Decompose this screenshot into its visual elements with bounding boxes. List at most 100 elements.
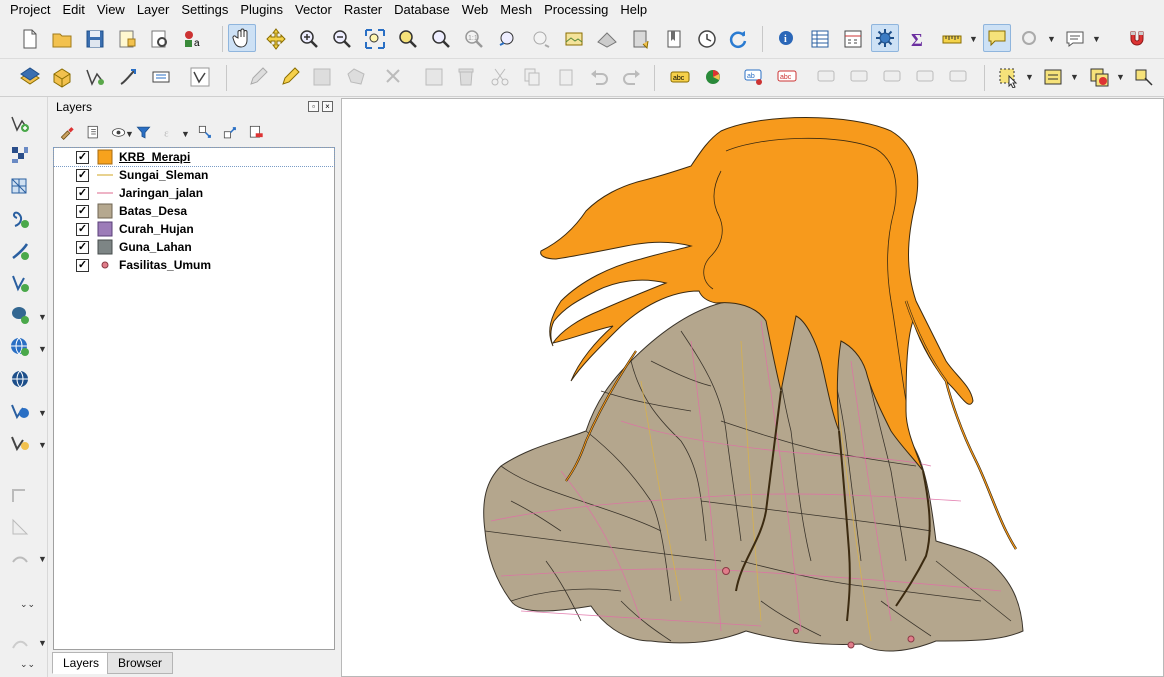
- layer-visibility-checkbox[interactable]: ✓: [76, 150, 89, 164]
- select-dropdown-icon[interactable]: ▼: [1025, 72, 1034, 82]
- postgis-dropdown-icon[interactable]: ▼: [38, 312, 47, 322]
- more-tools-bottom-icon[interactable]: ⌄⌄: [20, 659, 35, 670]
- temporal-controller-icon[interactable]: [693, 25, 721, 53]
- zoom-next-icon[interactable]: [527, 25, 555, 53]
- add-wfs-layer-icon[interactable]: [6, 365, 34, 393]
- processing-toolbox-icon[interactable]: [871, 24, 899, 52]
- layer-visibility-checkbox[interactable]: ✓: [76, 168, 89, 182]
- deselect-dropdown-icon[interactable]: ▼: [1116, 72, 1125, 82]
- map-tips-icon[interactable]: [983, 24, 1011, 52]
- copy-features-icon[interactable]: [518, 63, 546, 91]
- show-bookmarks-icon[interactable]: [660, 25, 688, 53]
- map-canvas[interactable]: [341, 98, 1164, 677]
- zoom-out-icon[interactable]: [328, 25, 356, 53]
- filter-legend-icon[interactable]: [132, 121, 154, 143]
- digitize-curve-icon[interactable]: [6, 545, 34, 573]
- menu-edit[interactable]: Edit: [56, 0, 90, 19]
- layer-row-guna-lahan[interactable]: ✓ Guna_Lahan: [54, 238, 334, 256]
- tab-browser[interactable]: Browser: [107, 652, 174, 674]
- expression-dropdown-icon[interactable]: ▼: [181, 129, 190, 139]
- redo-icon[interactable]: [618, 63, 646, 91]
- save-project-icon[interactable]: [81, 25, 109, 53]
- new-3d-map-icon[interactable]: [593, 25, 621, 53]
- modify-attributes-icon[interactable]: [420, 63, 448, 91]
- select-features-icon[interactable]: [994, 63, 1022, 91]
- menu-project[interactable]: Project: [4, 0, 56, 19]
- layout-manager-icon[interactable]: [145, 25, 173, 53]
- open-field-calculator-icon[interactable]: [839, 25, 867, 53]
- menu-mesh[interactable]: Mesh: [494, 0, 538, 19]
- new-temporary-layer-icon[interactable]: [114, 63, 142, 91]
- menu-raster[interactable]: Raster: [338, 0, 388, 19]
- digitize-vertex-icon[interactable]: [186, 63, 214, 91]
- delete-selected-icon[interactable]: [452, 63, 480, 91]
- digitize-line-icon[interactable]: [6, 481, 34, 509]
- layer-visibility-checkbox[interactable]: ✓: [76, 222, 89, 236]
- select-by-value-icon[interactable]: [1039, 63, 1067, 91]
- menu-view[interactable]: View: [91, 0, 131, 19]
- layer-visibility-checkbox[interactable]: ✓: [76, 204, 89, 218]
- menu-layer[interactable]: Layer: [131, 0, 176, 19]
- add-mesh-layer-icon[interactable]: [6, 173, 34, 201]
- label-properties-icon[interactable]: [945, 63, 973, 91]
- layer-diagram-icon[interactable]: [700, 63, 728, 91]
- spatial-bookmarks-icon[interactable]: [627, 25, 655, 53]
- style-manager-icon[interactable]: a: [179, 25, 207, 53]
- cut-features-icon[interactable]: [486, 63, 514, 91]
- new-virtual-layer-icon[interactable]: [147, 63, 175, 91]
- select-by-location-icon[interactable]: [1130, 63, 1158, 91]
- open-project-icon[interactable]: [48, 25, 76, 53]
- curve-dropdown-icon[interactable]: ▼: [38, 554, 47, 564]
- pan-to-selection-icon[interactable]: [262, 25, 290, 53]
- offset-dropdown-icon[interactable]: ▼: [38, 638, 47, 648]
- zoom-last-icon[interactable]: [494, 25, 522, 53]
- remove-layer-icon[interactable]: [245, 121, 267, 143]
- menu-help[interactable]: Help: [614, 0, 653, 19]
- wcs-dropdown-icon[interactable]: ▼: [38, 408, 47, 418]
- annotation-tool-icon[interactable]: [1016, 25, 1044, 53]
- toggle-editing-icon[interactable]: [276, 63, 304, 91]
- add-feature-icon[interactable]: [342, 63, 370, 91]
- measure-dropdown-icon[interactable]: ▼: [969, 34, 978, 44]
- close-panel-icon[interactable]: ×: [322, 101, 333, 112]
- data-source-manager-icon[interactable]: [16, 63, 44, 91]
- layer-visibility-checkbox[interactable]: ✓: [76, 186, 89, 200]
- vertex-tool-icon[interactable]: [380, 63, 408, 91]
- pin-labels-icon[interactable]: ab: [740, 63, 768, 91]
- layer-row-jaringan-jalan[interactable]: ✓ Jaringan_jalan: [54, 184, 334, 202]
- zoom-to-selection-icon[interactable]: [394, 25, 422, 53]
- label-toolbar-icon[interactable]: abc: [666, 63, 694, 91]
- filter-by-expression-icon[interactable]: ε: [158, 121, 180, 143]
- menu-plugins[interactable]: Plugins: [234, 0, 289, 19]
- add-spatialite-layer-icon[interactable]: [6, 237, 34, 265]
- layer-row-fasilitas-umum[interactable]: ✓ Fasilitas_Umum: [54, 256, 334, 274]
- tab-layers[interactable]: Layers: [52, 652, 111, 674]
- expand-all-icon[interactable]: [194, 121, 216, 143]
- annotation-dropdown-icon[interactable]: ▼: [1047, 34, 1056, 44]
- add-wms-layer-icon[interactable]: [6, 333, 34, 361]
- float-panel-icon[interactable]: ▫: [308, 101, 319, 112]
- add-raster-layer-icon[interactable]: [6, 141, 34, 169]
- new-vector-layer-icon[interactable]: [6, 429, 34, 457]
- collapse-all-icon[interactable]: [219, 121, 241, 143]
- layer-row-curah-hujan[interactable]: ✓ Curah_Hujan: [54, 220, 334, 238]
- digitize-offset-icon[interactable]: [6, 629, 34, 657]
- new-map-view-icon[interactable]: [560, 25, 588, 53]
- more-tools-icon[interactable]: ⌄⌄: [20, 599, 35, 610]
- identify-features-icon[interactable]: i: [773, 25, 801, 53]
- text-annotation-icon[interactable]: [1061, 25, 1089, 53]
- new-project-icon[interactable]: [16, 25, 44, 53]
- paste-features-icon[interactable]: [552, 63, 580, 91]
- zoom-native-icon[interactable]: 1:1: [460, 25, 488, 53]
- snapping-magnet-icon[interactable]: [1123, 25, 1151, 53]
- refresh-icon[interactable]: [724, 25, 752, 53]
- new-geopackage-layer-icon[interactable]: [48, 63, 76, 91]
- highlight-labels-icon[interactable]: abc: [773, 63, 801, 91]
- open-attribute-table-icon[interactable]: [806, 25, 834, 53]
- menu-web[interactable]: Web: [456, 0, 495, 19]
- add-wcs-layer-icon[interactable]: [6, 397, 34, 425]
- wms-dropdown-icon[interactable]: ▼: [38, 344, 47, 354]
- add-group-icon[interactable]: [82, 121, 104, 143]
- measure-line-icon[interactable]: [938, 25, 966, 53]
- select-value-dropdown-icon[interactable]: ▼: [1070, 72, 1079, 82]
